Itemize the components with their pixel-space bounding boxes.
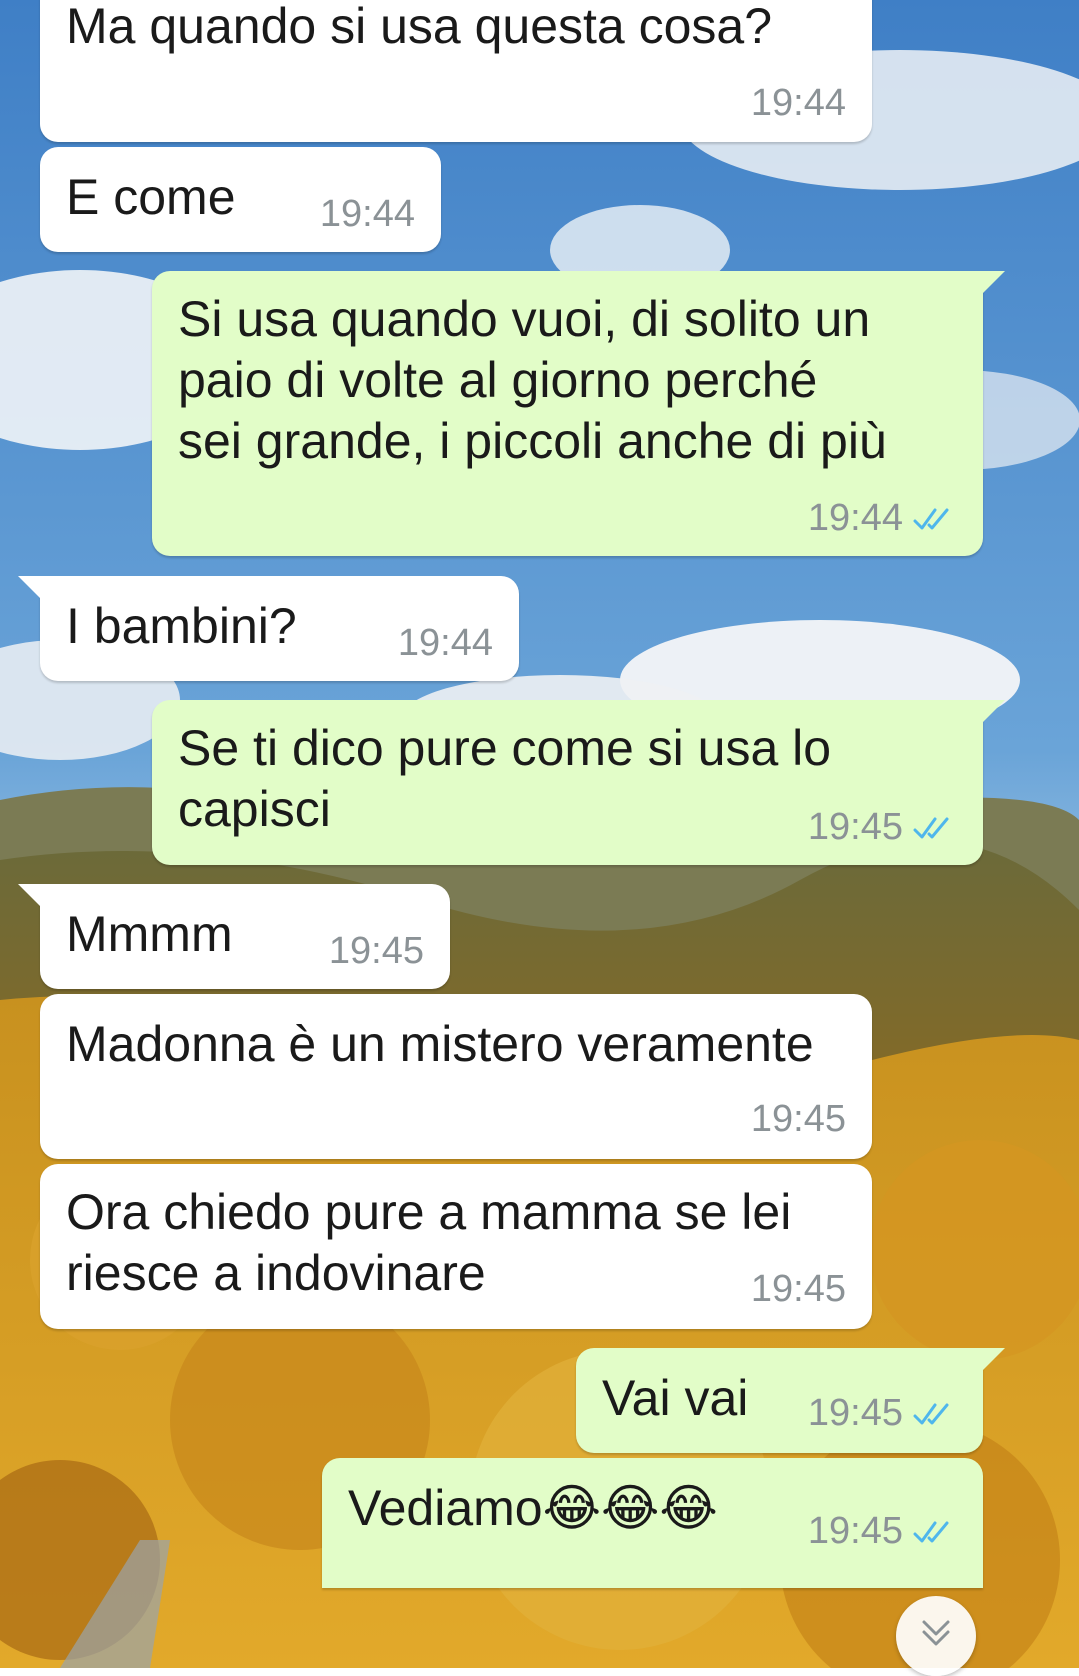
outgoing-message[interactable]: Si usa quando vuoi, di solito un paio di… [152,271,1005,556]
message-time: 19:44 [750,82,846,124]
bubble-tail [979,1348,1005,1374]
message-meta: 19:45 [808,1510,957,1553]
incoming-message[interactable]: E come 19:44 [40,147,441,252]
message-text: Se ti dico pure come si usa lo capisci [178,720,832,837]
message-meta: 19:44 [808,497,957,540]
bubble-tail [18,576,44,602]
message-time: 19:45 [750,1268,846,1310]
message-meta: 19:45 [808,1392,957,1435]
message-time: 19:45 [807,806,903,848]
double-check-icon [913,1521,949,1542]
outgoing-message[interactable]: Se ti dico pure come si usa lo capisci 1… [152,700,1005,865]
incoming-message[interactable]: Madonna è un mistero veramente 19:45 [40,994,872,1159]
double-check-icon [913,1403,949,1424]
message-text: Vai vai [602,1370,749,1426]
message-text: Mmmm [66,906,233,962]
outgoing-message[interactable]: Vai vai 19:45 [576,1348,1005,1453]
message-time: 19:45 [750,1098,846,1140]
message-time: 19:45 [807,1510,903,1552]
scroll-to-bottom-button[interactable] [896,1596,976,1676]
bubble-tail [18,884,44,910]
chevron-down-icon [922,1620,950,1646]
message-time: 19:45 [807,1392,903,1434]
message-time: 19:45 [328,930,424,972]
message-text: Vediamo😂😂😂 [348,1480,718,1536]
incoming-message[interactable]: I bambini? 19:44 [18,576,519,681]
double-check-icon [913,817,949,838]
message-text: I bambini? [66,598,297,654]
incoming-message[interactable]: Mmmm 19:45 [18,884,450,989]
bubble-tail [979,700,1005,726]
message-time: 19:44 [397,622,493,664]
bubble-tail [979,271,1005,297]
message-time: 19:44 [319,193,415,235]
message-text: Madonna è un mistero veramente [66,1016,814,1072]
message-meta: 19:45 [808,806,957,849]
incoming-message[interactable]: Ora chiedo pure a mamma se lei riesce a … [40,1164,872,1329]
message-text: Si usa quando vuoi, di solito un paio di… [178,291,887,469]
message-time: 19:44 [807,497,903,539]
message-text: Ora chiedo pure a mamma se lei riesce a … [66,1184,792,1301]
incoming-message[interactable]: Ma quando si usa questa cosa? 19:44 [40,0,872,142]
message-text: Ma quando si usa questa cosa? [66,0,773,54]
outgoing-message[interactable]: Vediamo😂😂😂 19:45 [322,1458,983,1588]
message-text: E come [66,169,236,225]
double-check-icon [913,508,949,529]
